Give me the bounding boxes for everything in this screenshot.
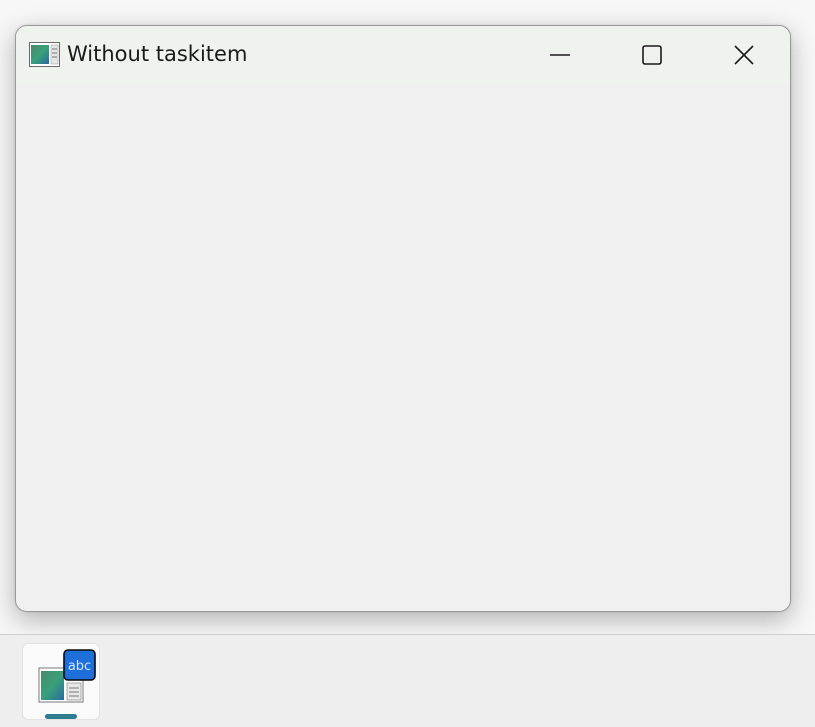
taskbar-item-app[interactable]: abc [22, 643, 100, 720]
overlay-badge-text: abc [68, 659, 91, 674]
window-title: Without taskitem [67, 42, 248, 66]
maximize-icon [642, 44, 662, 65]
active-indicator [45, 714, 77, 719]
close-icon [734, 44, 754, 65]
app-icon-with-abc-overlay: abc [38, 649, 96, 703]
client-area[interactable] [16, 83, 790, 611]
app-window-icon [29, 42, 60, 67]
app-window: Without taskitem [15, 25, 791, 612]
title-bar[interactable]: Without taskitem [16, 26, 790, 83]
close-button[interactable] [698, 26, 790, 83]
minimize-icon [550, 53, 570, 56]
taskbar: abc [0, 634, 815, 727]
minimize-button[interactable] [514, 26, 606, 83]
maximize-button[interactable] [606, 26, 698, 83]
